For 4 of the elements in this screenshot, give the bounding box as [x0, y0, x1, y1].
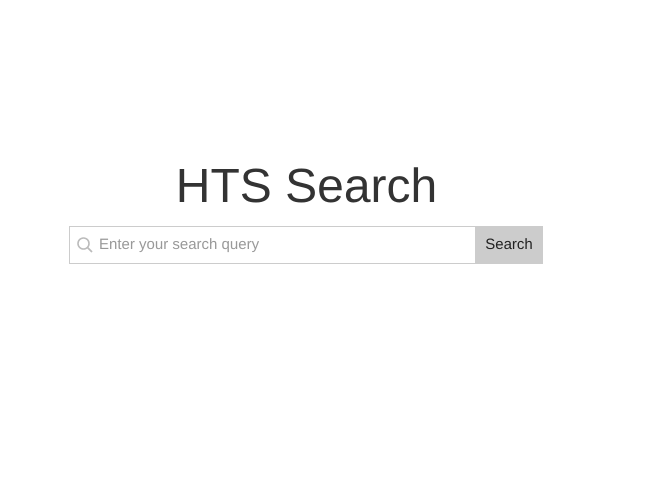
page-title: HTS Search	[176, 159, 438, 215]
search-icon	[76, 236, 94, 254]
search-button[interactable]: Search	[475, 226, 543, 264]
search-field[interactable]: Enter your search query	[69, 226, 475, 264]
